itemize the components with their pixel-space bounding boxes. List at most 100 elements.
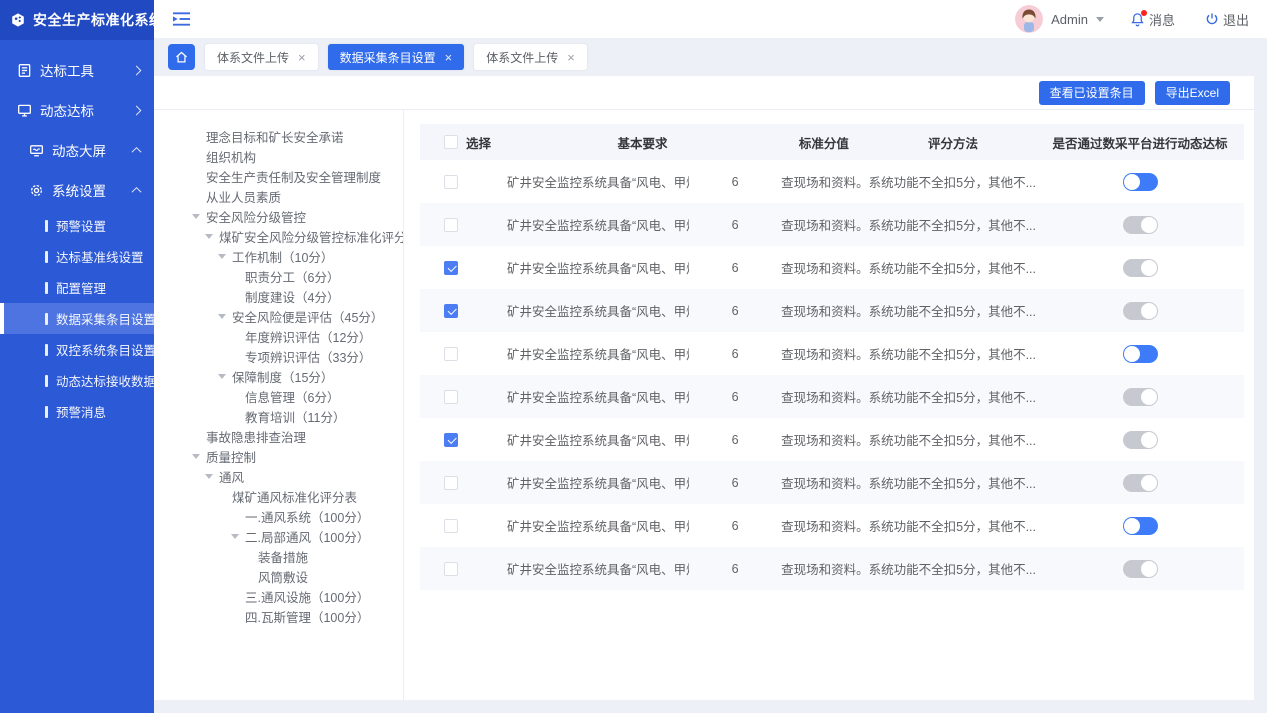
close-icon[interactable]: × <box>445 51 453 64</box>
tree-node[interactable]: 专项辨识评估（33分） <box>231 346 403 366</box>
row-checkbox[interactable] <box>444 562 458 576</box>
sidebar-item-system-settings[interactable]: 系统设置 <box>0 170 154 210</box>
tree-node[interactable]: 一.通风系统（100分） <box>231 506 403 526</box>
user-menu[interactable]: Admin <box>1051 12 1088 27</box>
tree-node[interactable]: 装备措施 <box>244 546 403 566</box>
row-checkbox[interactable] <box>444 347 458 361</box>
row-checkbox[interactable] <box>444 304 458 318</box>
row-checkbox[interactable] <box>444 261 458 275</box>
tab-2[interactable]: 体系文件上传 × <box>474 44 587 70</box>
export-excel-button[interactable]: 导出Excel <box>1155 81 1230 105</box>
tree-node-label: 风筒敷设 <box>258 567 308 586</box>
sidebar-subitem-2[interactable]: 配置管理 <box>0 272 154 303</box>
tree-node[interactable]: 教育培训（11分） <box>231 406 403 426</box>
row-checkbox[interactable] <box>444 433 458 447</box>
tree-node[interactable]: 工作机制（10分） <box>218 246 403 266</box>
collapse-menu-icon[interactable] <box>172 11 191 27</box>
view-configured-items-button[interactable]: 查看已设置条目 <box>1039 81 1145 105</box>
tree-node[interactable]: 安全风险分级管控 <box>192 206 403 226</box>
sidebar-item-standard-tools[interactable]: 达标工具 <box>0 50 154 90</box>
sidebar-subitem-0[interactable]: 预警设置 <box>0 210 154 241</box>
caret-down-icon[interactable] <box>218 374 226 379</box>
tab-0[interactable]: 体系文件上传 × <box>205 44 318 70</box>
sidebar-subitem-3[interactable]: 数据采集条目设置 <box>0 303 154 334</box>
dynamic-compliance-toggle[interactable] <box>1123 474 1158 492</box>
home-icon <box>174 50 189 65</box>
subitem-bar-icon <box>45 344 48 356</box>
tree-node[interactable]: 风筒敷设 <box>244 566 403 586</box>
sidebar-item-dynamic-screen[interactable]: 动态大屏 <box>0 130 154 170</box>
tree-node-label: 职责分工（6分） <box>245 267 339 286</box>
sidebar-subitem-6[interactable]: 预警消息 <box>0 396 154 427</box>
subitem-bar-icon <box>45 406 48 418</box>
caret-down-icon[interactable] <box>192 454 200 459</box>
avatar[interactable] <box>1015 5 1043 33</box>
tree-node[interactable]: 通风 <box>205 466 403 486</box>
tree-node[interactable]: 三.通风设施（100分） <box>231 586 403 606</box>
tree-node-label: 通风 <box>219 467 244 486</box>
tree-node[interactable]: 二.局部通风（100分） <box>231 526 403 546</box>
dynamic-compliance-toggle[interactable] <box>1123 517 1158 535</box>
caret-down-icon[interactable] <box>218 314 226 319</box>
tree-node[interactable]: 年度辨识评估（12分） <box>231 326 403 346</box>
tree-node[interactable]: 信息管理（6分） <box>231 386 403 406</box>
caret-down-icon[interactable] <box>205 474 213 479</box>
tree-node[interactable]: 四.瓦斯管理（100分） <box>231 606 403 626</box>
row-checkbox[interactable] <box>444 175 458 189</box>
row-checkbox[interactable] <box>444 476 458 490</box>
tree-node[interactable]: 制度建设（4分） <box>231 286 403 306</box>
dynamic-compliance-toggle[interactable] <box>1123 345 1158 363</box>
dynamic-compliance-toggle[interactable] <box>1123 302 1158 320</box>
tree-node[interactable]: 煤矿安全风险分级管控标准化评分表 <box>205 226 403 246</box>
caret-down-icon[interactable] <box>205 234 213 239</box>
chevron-up-icon <box>132 186 142 196</box>
close-icon[interactable]: × <box>567 51 575 64</box>
tree-node[interactable]: 安全生产责任制及安全管理制度 <box>192 166 403 186</box>
dynamic-compliance-toggle[interactable] <box>1123 216 1158 234</box>
tree-node[interactable]: 职责分工（6分） <box>231 266 403 286</box>
chevron-down-icon <box>1096 17 1104 22</box>
cell-score: 6 <box>689 433 781 447</box>
sidebar-subitem-4[interactable]: 双控系统条目设置 <box>0 334 154 365</box>
row-checkbox[interactable] <box>444 390 458 404</box>
sidebar-subitem-1[interactable]: 达标基准线设置 <box>0 241 154 272</box>
dynamic-compliance-toggle[interactable] <box>1123 560 1158 578</box>
sidebar-item-dynamic-compliance[interactable]: 动态达标 <box>0 90 154 130</box>
tree-node[interactable]: 理念目标和矿长安全承诺 <box>192 126 403 146</box>
file-icon <box>16 62 32 78</box>
monitor-icon <box>16 102 32 118</box>
dynamic-compliance-toggle[interactable] <box>1123 173 1158 191</box>
chevron-right-icon <box>132 105 142 115</box>
home-tab[interactable] <box>168 44 195 70</box>
dynamic-compliance-toggle[interactable] <box>1123 259 1158 277</box>
tree-node[interactable]: 从业人员素质 <box>192 186 403 206</box>
messages-button[interactable]: 消息 <box>1130 10 1175 29</box>
tree-node[interactable]: 质量控制 <box>192 446 403 466</box>
row-checkbox[interactable] <box>444 218 458 232</box>
tree-node[interactable]: 组织机构 <box>192 146 403 166</box>
cell-requirement: 矿井安全监控系统具备“风电、甲烷电、故障”闭锁及手... <box>507 430 689 449</box>
app-logo-icon <box>10 12 26 28</box>
sidebar-subitem-5[interactable]: 动态达标接收数据 <box>0 365 154 396</box>
tree-node-label: 煤矿通风标准化评分表 <box>232 487 357 506</box>
tree-node[interactable]: 保障制度（15分） <box>218 366 403 386</box>
tree-node[interactable]: 事故隐患排查治理 <box>192 426 403 446</box>
tree-node[interactable]: 煤矿通风标准化评分表 <box>218 486 403 506</box>
caret-down-icon[interactable] <box>231 534 239 539</box>
subitem-bar-icon <box>45 251 48 263</box>
caret-down-icon[interactable] <box>192 214 200 219</box>
select-all-checkbox[interactable] <box>444 135 458 149</box>
close-icon[interactable]: × <box>298 51 306 64</box>
logout-button[interactable]: 退出 <box>1205 10 1249 29</box>
tree-node-label: 安全生产责任制及安全管理制度 <box>206 167 381 186</box>
cell-score: 6 <box>689 562 781 576</box>
sidebar-item-label: 达标工具 <box>40 60 125 80</box>
cell-requirement: 矿井安全监控系统具备“风电、甲烷电、故障”闭锁及手... <box>507 473 689 492</box>
tab-1[interactable]: 数据采集条目设置 × <box>328 44 465 70</box>
tree-node[interactable]: 安全风险便是评估（45分） <box>218 306 403 326</box>
row-checkbox[interactable] <box>444 519 458 533</box>
table-row: 矿井安全监控系统具备“风电、甲烷电、故障”闭锁及手... 6 查现场和资料。系统… <box>420 547 1244 590</box>
dynamic-compliance-toggle[interactable] <box>1123 431 1158 449</box>
dynamic-compliance-toggle[interactable] <box>1123 388 1158 406</box>
caret-down-icon[interactable] <box>218 254 226 259</box>
